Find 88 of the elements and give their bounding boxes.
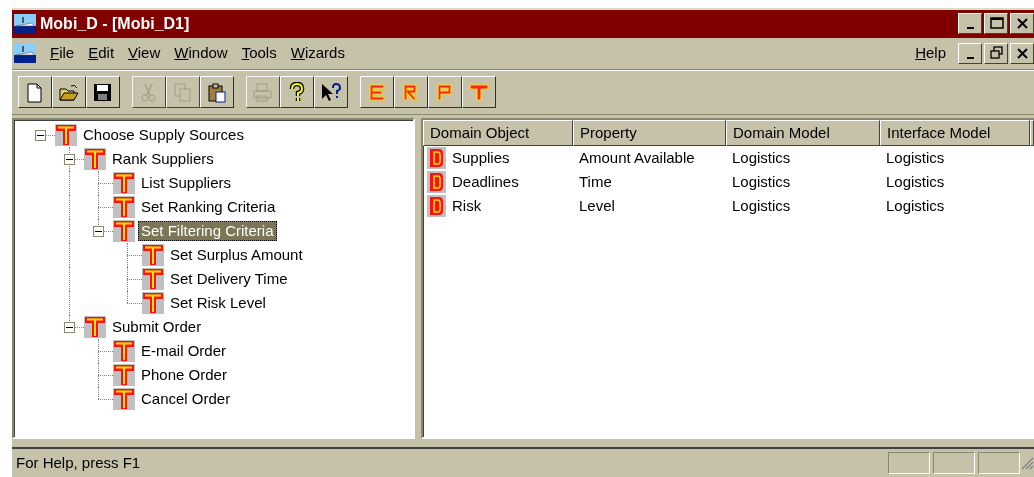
folder-button[interactable] xyxy=(52,76,86,109)
menu-item[interactable]: View xyxy=(128,41,161,65)
new-document-button[interactable] xyxy=(18,76,52,109)
status-panel xyxy=(933,452,975,475)
pointer-help-button[interactable] xyxy=(314,76,348,109)
copy-icon xyxy=(172,81,194,103)
menu-item[interactable]: Wizards xyxy=(290,41,345,65)
tree-item[interactable]: E-mail Order xyxy=(138,341,229,362)
tree-item[interactable]: Phone Order xyxy=(138,365,230,386)
object-icon xyxy=(427,147,446,170)
column-header[interactable]: Domain Model xyxy=(726,120,880,147)
task-icon xyxy=(113,220,135,243)
menu-item[interactable]: Edit xyxy=(88,41,115,65)
menu-item[interactable]: Help xyxy=(915,41,946,65)
task-icon xyxy=(142,268,164,291)
table-cell: Logistics xyxy=(886,197,945,215)
letter-button[interactable] xyxy=(462,76,496,109)
restore-icon xyxy=(987,44,1005,62)
tree-item[interactable]: Set Filtering Criteria xyxy=(138,221,277,242)
document-icon xyxy=(14,43,36,64)
column-header[interactable]: Property xyxy=(573,120,726,147)
column-header[interactable] xyxy=(1030,120,1034,147)
task-icon xyxy=(84,316,106,339)
resize-grip-icon[interactable] xyxy=(1020,456,1034,471)
collapse-button[interactable] xyxy=(93,226,104,238)
table-cell-text: Risk xyxy=(452,196,482,217)
table-cell: Logistics xyxy=(886,173,945,191)
collapse-button[interactable] xyxy=(64,322,75,334)
table-cell: Time xyxy=(579,173,612,191)
column-header[interactable]: Interface Model xyxy=(880,120,1030,147)
table-cell: Logistics xyxy=(732,149,791,167)
menu-item[interactable]: File xyxy=(50,41,75,65)
tree-item[interactable]: List Suppliers xyxy=(138,173,235,194)
printer-icon xyxy=(252,81,274,103)
table-cell: Level xyxy=(579,197,615,215)
close-button[interactable] xyxy=(1010,13,1034,35)
tree-item[interactable]: Set Delivery Time xyxy=(167,269,291,290)
collapse-button[interactable] xyxy=(35,130,46,142)
table-cell: Logistics xyxy=(886,149,945,167)
status-text: For Help, press F1 xyxy=(16,452,141,473)
column-header[interactable]: Domain Object xyxy=(423,120,573,147)
maximize-button[interactable] xyxy=(984,13,1008,35)
clipboard-icon xyxy=(206,81,228,103)
table-cell: Amount Available xyxy=(579,149,695,167)
minimize-icon xyxy=(966,56,974,59)
task-icon xyxy=(113,172,135,195)
menu-item[interactable]: Tools xyxy=(241,41,277,65)
status-panel xyxy=(888,452,930,475)
clipboard-button[interactable] xyxy=(200,76,234,109)
tree-item[interactable]: Cancel Order xyxy=(138,389,234,410)
question-mark-button[interactable] xyxy=(280,76,314,109)
task-icon xyxy=(142,244,164,267)
minimize-button[interactable] xyxy=(958,42,982,64)
tree-item[interactable]: Set Ranking Criteria xyxy=(138,197,279,218)
minimize-button[interactable] xyxy=(958,13,982,35)
close-button[interactable] xyxy=(1010,42,1034,64)
task-icon xyxy=(84,148,106,171)
task-icon xyxy=(55,124,77,147)
table-cell: Logistics xyxy=(732,197,791,215)
status-panel xyxy=(978,452,1020,475)
restore-button[interactable] xyxy=(984,42,1008,64)
pointer-help-icon xyxy=(320,81,342,103)
letter-button[interactable] xyxy=(360,76,394,109)
tree-item[interactable]: Set Surplus Amount xyxy=(167,245,306,266)
tree-item[interactable]: Submit Order xyxy=(109,317,205,338)
letter-button[interactable] xyxy=(394,76,428,109)
letter-icon xyxy=(366,81,388,103)
letter-icon xyxy=(468,81,490,103)
menu-item[interactable]: Window xyxy=(174,41,228,65)
task-icon xyxy=(113,364,135,387)
table-cell-text: Supplies xyxy=(452,148,510,169)
app-icon xyxy=(14,13,36,34)
tree-item[interactable]: Set Risk Level xyxy=(167,293,269,314)
task-icon xyxy=(113,388,135,411)
minimize-icon xyxy=(966,27,974,30)
tree-item[interactable]: Rank Suppliers xyxy=(109,149,217,170)
task-icon xyxy=(113,196,135,219)
task-icon xyxy=(113,340,135,363)
table-cell: Logistics xyxy=(732,173,791,191)
object-icon xyxy=(427,171,446,194)
object-icon xyxy=(427,195,446,218)
tree-item[interactable]: Choose Supply Sources xyxy=(80,125,247,146)
floppy-disk-button[interactable] xyxy=(86,76,120,109)
letter-button[interactable] xyxy=(428,76,462,109)
collapse-button[interactable] xyxy=(64,154,75,166)
task-icon xyxy=(142,292,164,315)
table-cell-text: Deadlines xyxy=(452,172,519,193)
window-title: Mobi_D - [Mobi_D1] xyxy=(40,13,190,34)
